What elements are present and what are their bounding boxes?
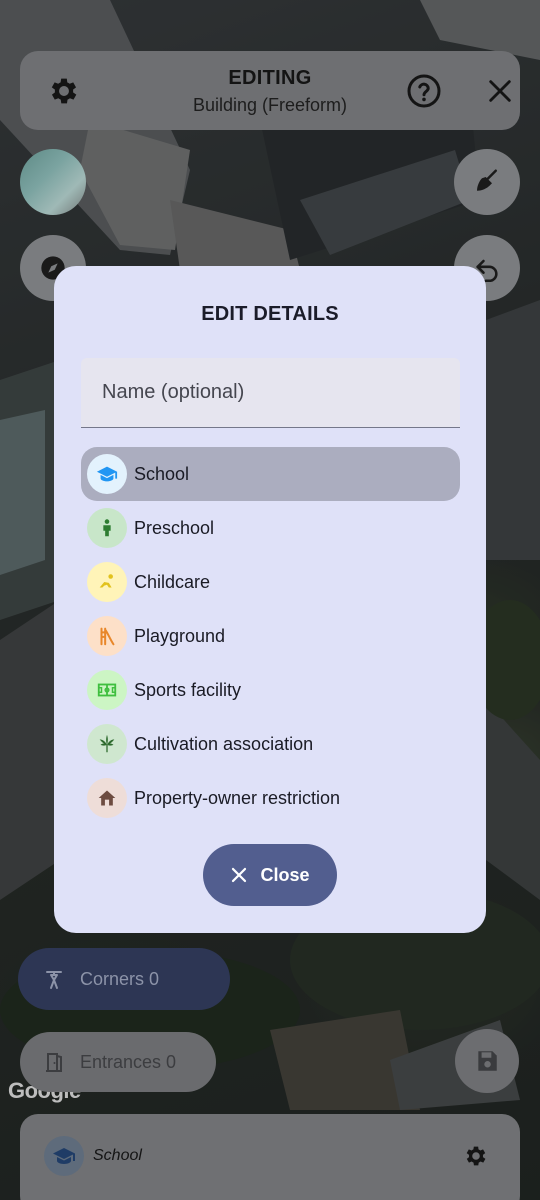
entrances-chip[interactable]: Entrances 0 bbox=[20, 1032, 216, 1092]
clear-button[interactable] bbox=[454, 149, 520, 215]
editing-top-bar: EDITING Building (Freeform) bbox=[20, 51, 520, 130]
category-item-preschool[interactable]: Preschool bbox=[81, 501, 460, 555]
category-item-school[interactable]: School bbox=[81, 447, 460, 501]
category-icon-childcare bbox=[87, 562, 127, 602]
slide-icon bbox=[100, 627, 115, 646]
category-item-childcare[interactable]: Childcare bbox=[81, 555, 460, 609]
close-editor-button[interactable] bbox=[478, 69, 522, 113]
bottom-category-label: School bbox=[93, 1147, 142, 1164]
save-icon bbox=[478, 1051, 497, 1071]
bottom-category-bar: School bbox=[20, 1114, 520, 1200]
category-icon-school bbox=[87, 454, 127, 494]
map-layer-button[interactable] bbox=[20, 149, 86, 215]
category-label: Childcare bbox=[134, 571, 211, 592]
broom-icon bbox=[477, 169, 497, 191]
stadium-icon bbox=[97, 683, 117, 697]
dialog-title: EDIT DETAILS bbox=[201, 303, 339, 325]
close-icon bbox=[489, 80, 511, 102]
help-button[interactable] bbox=[402, 69, 446, 113]
door-icon bbox=[46, 1053, 62, 1072]
leaf-icon bbox=[99, 734, 115, 753]
category-icon-cultivation-association bbox=[87, 724, 127, 764]
category-item-cultivation-association[interactable]: Cultivation association bbox=[81, 717, 460, 771]
name-input[interactable] bbox=[81, 358, 460, 427]
category-label: Cultivation association bbox=[134, 733, 314, 754]
category-label: Preschool bbox=[134, 517, 215, 538]
category-label: Playground bbox=[134, 625, 226, 646]
close-button[interactable]: Close bbox=[203, 844, 337, 906]
category-icon-sports-facility bbox=[87, 670, 127, 710]
help-icon bbox=[407, 74, 441, 108]
category-icon-playground bbox=[87, 616, 127, 656]
close-button-label: Close bbox=[260, 864, 310, 885]
category-icon-preschool bbox=[87, 508, 127, 548]
child-icon bbox=[103, 519, 111, 537]
gear-icon bbox=[466, 1146, 486, 1166]
name-field[interactable] bbox=[81, 358, 460, 428]
house-icon bbox=[98, 790, 116, 806]
graduation-cap-icon bbox=[96, 466, 118, 482]
category-item-sports-facility[interactable]: Sports facility bbox=[81, 663, 460, 717]
category-item-playground[interactable]: Playground bbox=[81, 609, 460, 663]
corner-pin-icon bbox=[46, 971, 62, 989]
category-label: School bbox=[134, 463, 190, 484]
category-settings-button[interactable] bbox=[460, 1140, 492, 1172]
bottom-category-icon bbox=[44, 1136, 84, 1176]
graduation-cap-icon bbox=[53, 1148, 75, 1164]
save-button[interactable] bbox=[455, 1029, 519, 1093]
category-label: Property-owner restriction bbox=[134, 787, 341, 808]
corners-chip[interactable]: Corners 0 bbox=[18, 948, 230, 1010]
close-icon bbox=[232, 867, 247, 883]
category-label: Sports facility bbox=[134, 679, 242, 700]
edit-details-dialog: EDIT DETAILS School Preschool bbox=[54, 266, 486, 933]
entrances-label: Entrances 0 bbox=[80, 1051, 177, 1072]
category-item-property-owner-restriction[interactable]: Property-owner restriction bbox=[81, 771, 460, 825]
category-list: School Preschool Childcare Playground Sp… bbox=[81, 447, 460, 825]
baby-crawl-icon bbox=[99, 574, 113, 588]
category-icon-property-owner-restriction bbox=[87, 778, 127, 818]
corners-label: Corners 0 bbox=[80, 968, 160, 989]
